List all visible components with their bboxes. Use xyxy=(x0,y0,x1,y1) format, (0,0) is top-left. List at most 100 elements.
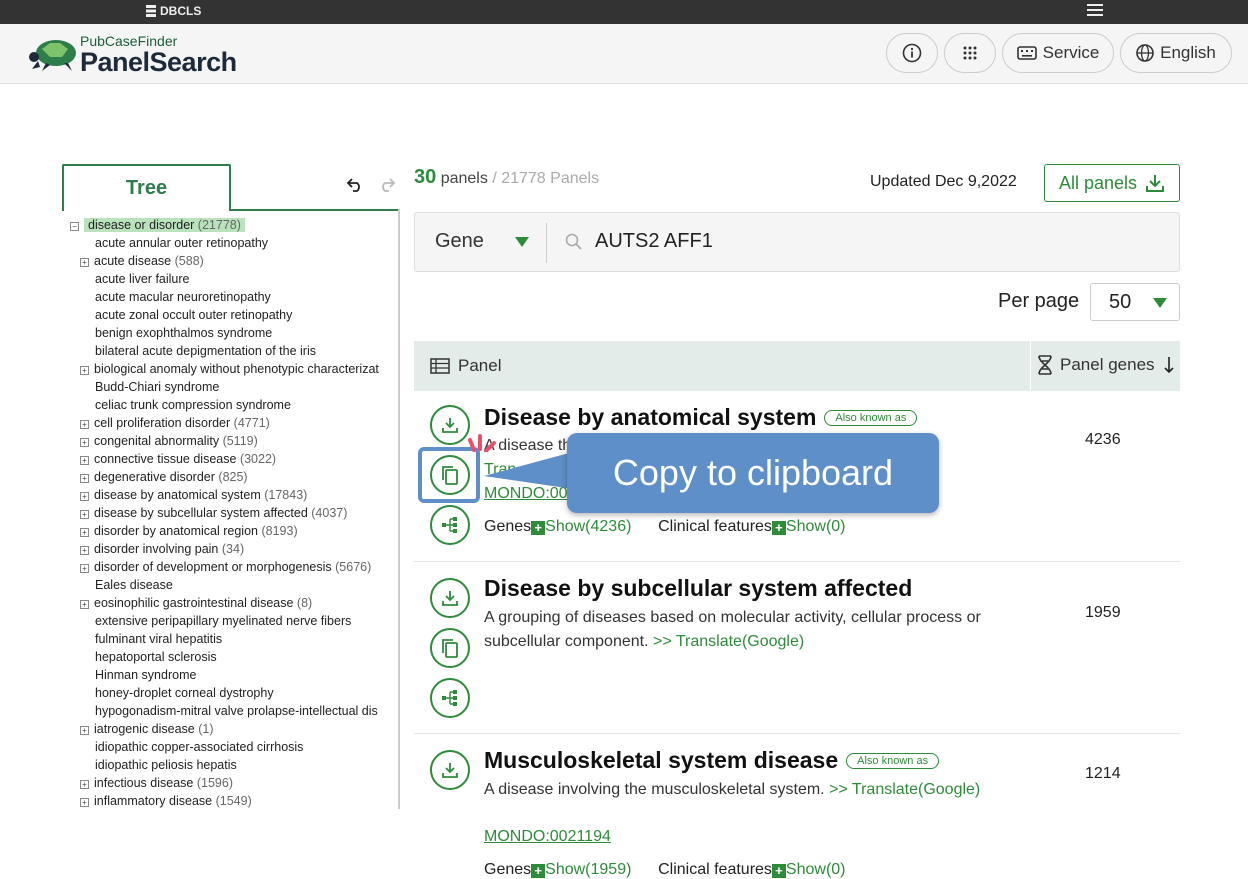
tree-node[interactable]: + cell proliferation disorder (4771) xyxy=(70,414,400,432)
download-panel-button[interactable] xyxy=(430,578,470,618)
tree-node[interactable]: idiopathic copper-associated cirrhosis xyxy=(70,738,400,756)
expand-icon[interactable]: + xyxy=(80,798,89,807)
tree-node[interactable]: idiopathic peliosis hepatis xyxy=(70,756,400,774)
tree-node[interactable]: + iatrogenic disease (1) xyxy=(70,720,400,738)
tree-node[interactable]: + infectious disease (1596) xyxy=(70,774,400,792)
language-button[interactable]: English xyxy=(1120,33,1232,73)
panel-title[interactable]: Musculoskeletal system disease Also known… xyxy=(484,747,940,774)
chevron-down-icon[interactable] xyxy=(515,237,529,247)
column-panel-genes[interactable]: Panel genes xyxy=(1038,355,1175,375)
all-panels-download-button[interactable]: All panels xyxy=(1044,164,1180,202)
tree-node[interactable]: + disorder of development or morphogenesi… xyxy=(70,558,400,576)
expand-icon[interactable]: + xyxy=(80,492,89,501)
expand-icon[interactable]: + xyxy=(80,600,89,609)
service-button[interactable]: Service xyxy=(1002,33,1114,73)
search-type-select[interactable]: Gene xyxy=(435,230,484,253)
mondo-link[interactable]: MONDO:0021194 xyxy=(484,828,611,846)
tree-node[interactable]: + degenerative disorder (825) xyxy=(70,468,400,486)
tree-node[interactable]: + acute disease (588) xyxy=(70,252,400,270)
tree-node-label: idiopathic peliosis hepatis xyxy=(95,758,237,772)
translate-link[interactable]: >> Translate(Google) xyxy=(829,781,980,798)
app-logo[interactable]: PubCaseFinder PanelSearch xyxy=(28,34,237,76)
expand-icon[interactable]: + xyxy=(80,726,89,735)
collapse-icon[interactable]: − xyxy=(70,222,79,231)
tree-node[interactable]: acute liver failure xyxy=(70,270,400,288)
download-panel-button[interactable] xyxy=(430,405,470,445)
panel-title[interactable]: Disease by subcellular system affected xyxy=(484,575,912,602)
show-clinical-link[interactable]: Show(0) xyxy=(786,518,846,535)
expand-icon[interactable]: + xyxy=(80,366,89,375)
also-known-as-badge[interactable]: Also known as xyxy=(846,753,940,769)
expand-icon[interactable]: + xyxy=(80,564,89,573)
tree-node[interactable]: + inflammatory disease (1549) xyxy=(70,792,400,810)
tree-node[interactable]: + disease by subcellular system affected … xyxy=(70,504,400,522)
search-input[interactable]: AUTS2 AFF1 xyxy=(595,230,713,253)
translate-link[interactable]: >> Translate(Google) xyxy=(653,633,804,650)
tree-node[interactable]: + congenital abnormality (5119) xyxy=(70,432,400,450)
plus-icon[interactable]: + xyxy=(771,864,786,878)
apps-button[interactable] xyxy=(944,33,996,73)
show-genes-link[interactable]: Show(1959) xyxy=(545,861,631,878)
tree-node[interactable]: acute macular neuroretinopathy xyxy=(70,288,400,306)
undo-icon[interactable] xyxy=(346,176,364,197)
tree-node[interactable]: Eales disease xyxy=(70,576,400,594)
tree-root[interactable]: − disease or disorder (21778) xyxy=(70,216,400,234)
show-genes-link[interactable]: Show(4236) xyxy=(545,518,631,535)
expand-icon[interactable]: + xyxy=(80,420,89,429)
expand-icon[interactable]: + xyxy=(80,780,89,789)
expand-icon[interactable]: + xyxy=(80,456,89,465)
tree-node[interactable]: hypogonadism-mitral valve prolapse-intel… xyxy=(70,702,400,720)
expand-icon[interactable]: + xyxy=(80,258,89,267)
per-page-select[interactable]: 50 xyxy=(1090,283,1180,321)
column-panel[interactable]: Panel xyxy=(430,356,501,376)
tree-view-button[interactable] xyxy=(430,678,470,718)
also-known-as-badge[interactable]: Also known as xyxy=(824,410,918,426)
plus-icon[interactable]: + xyxy=(531,521,546,535)
tree-node[interactable]: hepatoportal sclerosis xyxy=(70,648,400,666)
sort-arrow-down-icon[interactable] xyxy=(1163,356,1175,374)
tree-node[interactable]: Hinman syndrome xyxy=(70,666,400,684)
tree-node-count: (588) xyxy=(174,254,204,268)
expand-icon[interactable]: + xyxy=(80,438,89,447)
tree-node[interactable]: + biological anomaly without phenotypic c… xyxy=(70,360,400,378)
tree-node[interactable]: fulminant viral hepatitis xyxy=(70,630,400,648)
tree-view-button[interactable] xyxy=(430,505,470,545)
expand-icon[interactable]: + xyxy=(80,474,89,483)
globe-icon xyxy=(1136,44,1154,62)
tree-node[interactable]: acute annular outer retinopathy xyxy=(70,234,400,252)
download-icon xyxy=(442,763,458,778)
tree-node[interactable]: + disease by anatomical system (17843) xyxy=(70,486,400,504)
download-panel-button[interactable] xyxy=(430,750,470,790)
show-clinical-link[interactable]: Show(0) xyxy=(786,861,846,878)
tree-node-label: acute liver failure xyxy=(95,272,190,286)
tree-node[interactable]: celiac trunk compression syndrome xyxy=(70,396,400,414)
dbcls-brand[interactable]: DBCLS xyxy=(146,4,201,18)
tree-node[interactable]: bilateral acute depigmentation of the ir… xyxy=(70,342,400,360)
panel-title[interactable]: Disease by anatomical system Also known a… xyxy=(484,404,918,431)
tree-node[interactable]: acute zonal occult outer retinopathy xyxy=(70,306,400,324)
tree-node[interactable]: + disorder involving pain (34) xyxy=(70,540,400,558)
expand-icon[interactable]: + xyxy=(80,528,89,537)
tree-node[interactable]: + disorder by anatomical region (8193) xyxy=(70,522,400,540)
copy-to-clipboard-button[interactable] xyxy=(430,628,470,668)
expand-icon[interactable]: + xyxy=(80,510,89,519)
tree-node[interactable]: + eosinophilic gastrointestinal disease (… xyxy=(70,594,400,612)
plus-icon[interactable]: + xyxy=(531,864,546,878)
tree-node[interactable]: Budd-Chiari syndrome xyxy=(70,378,400,396)
tree-children: acute annular outer retinopathy + acute di… xyxy=(70,234,400,810)
tree-node-label: disorder involving pain xyxy=(94,542,219,556)
per-page-value: 50 xyxy=(1109,291,1132,313)
copy-icon xyxy=(442,639,458,658)
tree-node[interactable]: + connective tissue disease (3022) xyxy=(70,450,400,468)
tree-node-label: acute macular neuroretinopathy xyxy=(95,290,271,304)
info-button[interactable] xyxy=(886,33,938,73)
tree-node[interactable]: extensive peripapillary myelinated nerve… xyxy=(70,612,400,630)
plus-icon[interactable]: + xyxy=(771,521,786,535)
tree-node[interactable]: benign exophthalmos syndrome xyxy=(70,324,400,342)
tree-node[interactable]: honey-droplet corneal dystrophy xyxy=(70,684,400,702)
hamburger-icon[interactable] xyxy=(1087,4,1103,18)
redo-icon[interactable] xyxy=(378,176,396,197)
tab-tree[interactable]: Tree xyxy=(62,164,231,211)
expand-icon[interactable]: + xyxy=(80,546,89,555)
tree-node-label: connective tissue disease xyxy=(94,452,237,466)
